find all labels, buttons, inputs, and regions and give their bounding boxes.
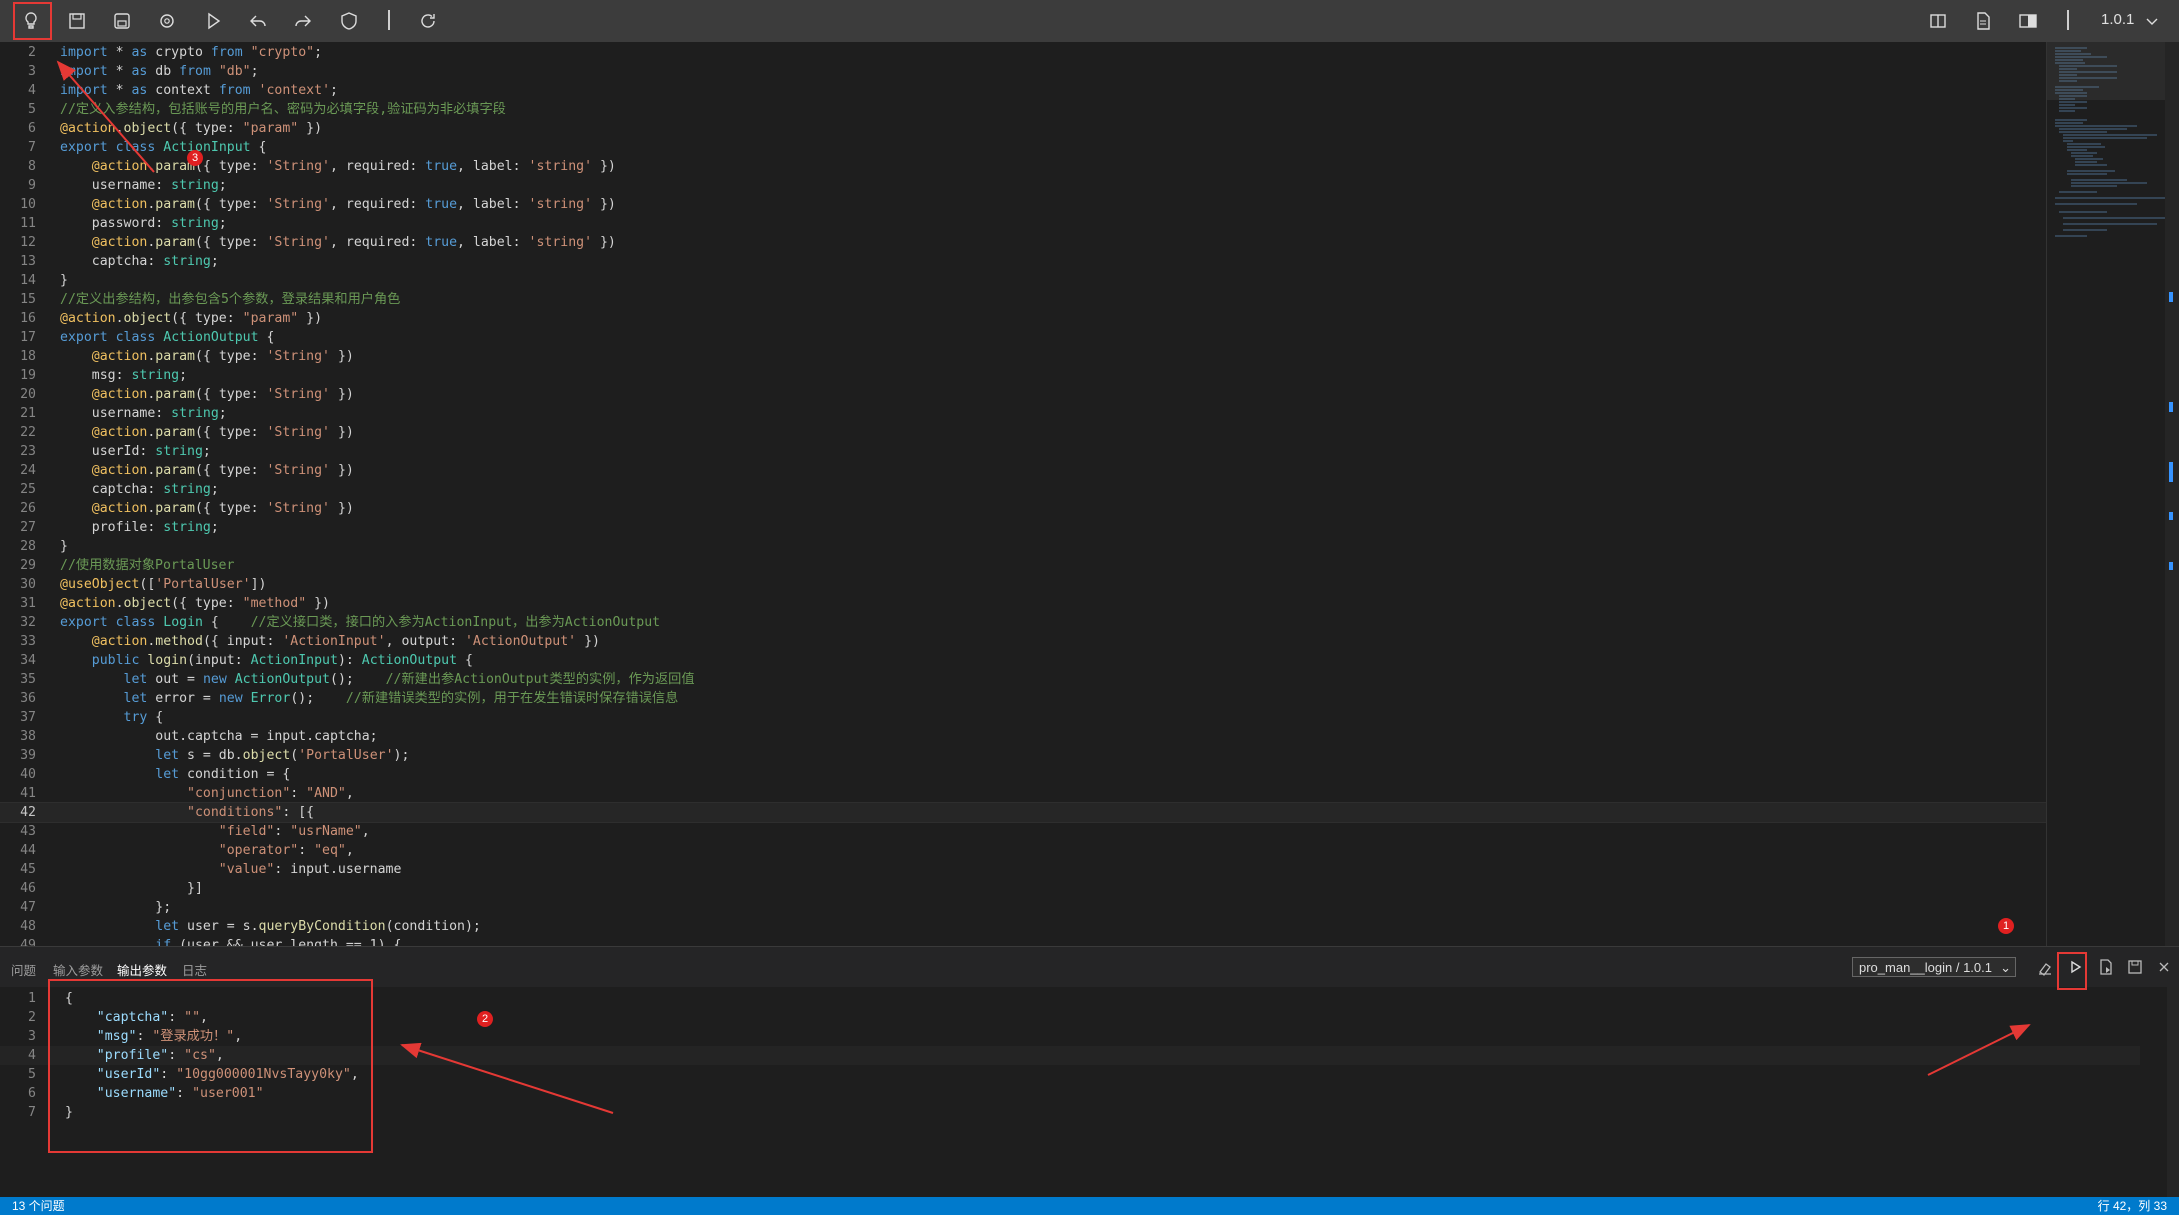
arrow-to-lightbulb [56, 60, 155, 173]
arrow-to-run [1927, 1024, 2031, 1076]
annotation-arrows [56, 60, 2031, 1114]
arrow-to-output [400, 1042, 614, 1114]
